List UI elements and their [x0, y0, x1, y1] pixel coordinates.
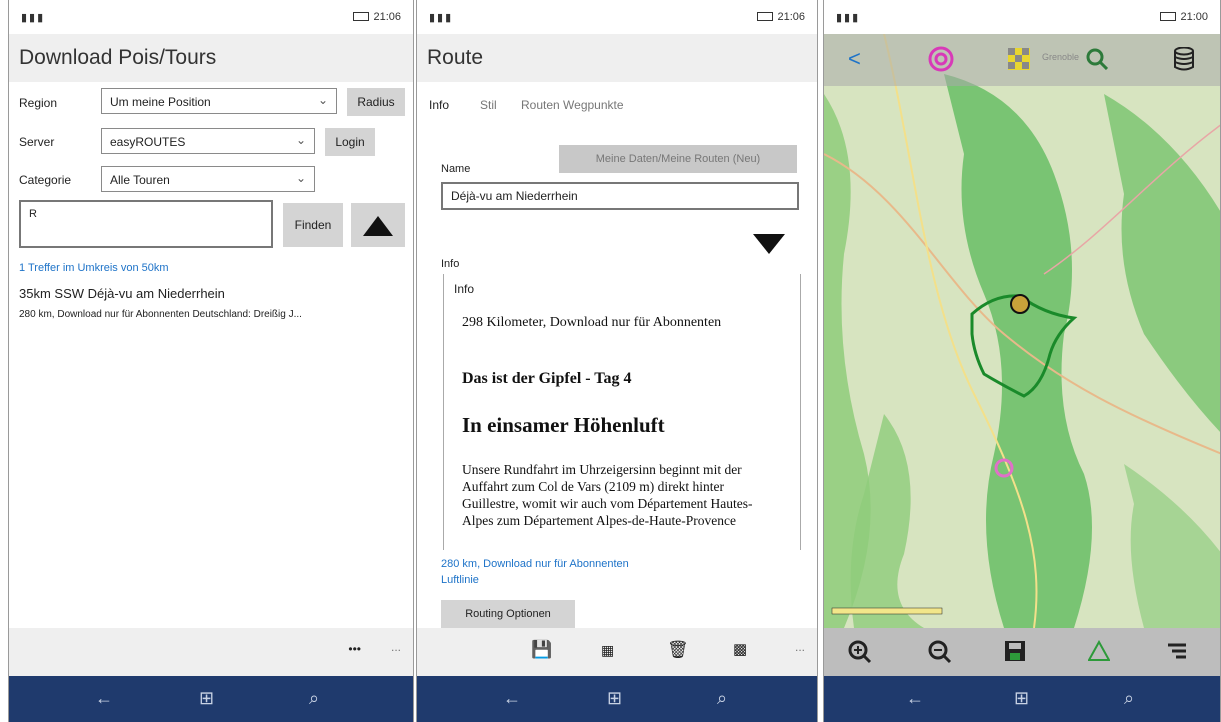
info-summary: 298 Kilometer, Download nur für Abonnent…	[462, 315, 722, 330]
triangle-navigate-icon[interactable]	[1088, 640, 1110, 662]
app-bar: ••• ...	[9, 628, 413, 676]
battery-icon: 21:06	[757, 11, 805, 23]
search-icon[interactable]: ⌕	[309, 688, 319, 709]
target-icon[interactable]	[928, 46, 954, 72]
info-label: Info	[441, 258, 460, 270]
nav-bar: ← ⊞ ⌕	[9, 676, 413, 722]
name-field[interactable]: Déjà-vu am Niederrhein	[441, 182, 799, 210]
checkered-flag-icon[interactable]: ▩	[733, 640, 747, 658]
scale-bar	[831, 607, 943, 615]
results-count: 1 Treffer im Umkreis von 50km	[19, 262, 169, 274]
page-title: Route	[427, 46, 484, 69]
search-icon[interactable]: ⌕	[1124, 688, 1134, 709]
name-label: Name	[441, 163, 471, 175]
region-label: Region	[19, 96, 58, 110]
category-label: Categorie	[19, 173, 72, 187]
battery-icon: 21:00	[1160, 11, 1208, 23]
tab-info[interactable]: Info	[429, 98, 449, 112]
title-bar: Route	[417, 34, 817, 82]
clock: 21:06	[373, 11, 401, 23]
map-canvas	[824, 34, 1220, 628]
region-select[interactable]: Um meine Position ⌄	[101, 88, 337, 114]
chevron-down-icon: ⌄	[295, 171, 306, 185]
phone-screen-route: ▮▮▮ 21:06 Route Info Stil Routen Wegpunk…	[416, 0, 818, 722]
search-icon[interactable]: ⌕	[717, 688, 727, 709]
database-icon[interactable]	[1174, 47, 1194, 71]
chevron-down-icon: ⌄	[317, 93, 328, 107]
tab-stil[interactable]: Stil	[480, 98, 497, 112]
map-toolbar: < Grenoble	[824, 34, 1220, 86]
info-heading-large: In einsamer Höhenluft	[462, 413, 665, 437]
clock: 21:06	[777, 11, 805, 23]
find-button[interactable]: Finden	[283, 203, 343, 247]
status-bar: ▮▮▮ 21:06	[9, 0, 413, 34]
server-select[interactable]: easyROUTES ⌄	[101, 128, 315, 154]
list-icon[interactable]	[1166, 642, 1188, 660]
signal-icon: ▮▮▮	[836, 12, 861, 24]
clock: 21:00	[1180, 11, 1208, 23]
info-webview[interactable]: Info 298 Kilometer, Download nur für Abo…	[443, 274, 801, 550]
zoom-in-icon[interactable]	[848, 640, 872, 664]
my-data-button[interactable]: Meine Daten/Meine Routen (Neu)	[559, 145, 797, 173]
save-icon[interactable]: 💾	[531, 640, 552, 660]
search-icon[interactable]	[1086, 48, 1108, 70]
zoom-out-icon[interactable]	[928, 640, 952, 664]
back-icon[interactable]: ←	[906, 688, 924, 709]
more-button[interactable]: ...	[795, 640, 805, 654]
map-app-bar	[824, 628, 1220, 676]
windows-icon[interactable]: ⊞	[1014, 688, 1029, 709]
login-button[interactable]: Login	[325, 128, 375, 156]
battery-icon: 21:06	[353, 11, 401, 23]
grid-icon[interactable]: ▦	[601, 642, 614, 659]
search-input[interactable]: R	[19, 200, 273, 248]
server-value: easyROUTES	[110, 135, 186, 149]
tab-waypoints[interactable]: Routen Wegpunkte	[521, 98, 624, 112]
route-start-marker[interactable]	[1010, 294, 1030, 314]
nav-bar: ← ⊞ ⌕	[417, 676, 817, 722]
map-view[interactable]	[824, 34, 1220, 628]
category-select[interactable]: Alle Touren ⌄	[101, 166, 315, 192]
info-heading-small: Das ist der Gipfel - Tag 4	[462, 370, 632, 387]
checkered-flag-icon[interactable]	[1008, 48, 1030, 70]
status-bar: ▮▮▮ 21:00	[824, 0, 1220, 34]
server-label: Server	[19, 135, 55, 149]
back-icon[interactable]: ←	[503, 688, 521, 709]
dots-button[interactable]: •••	[348, 642, 361, 656]
triangle-down-icon[interactable]	[751, 232, 787, 256]
trash-icon[interactable]: 🗑	[667, 640, 689, 660]
routing-options-button[interactable]: Routing Optionen	[441, 600, 575, 628]
phone-screen-download: ▮▮▮ 21:06 Download Pois/Tours Region Um …	[8, 0, 414, 722]
map-city-label: Grenoble	[1042, 52, 1080, 62]
phone-screen-map: ▮▮▮ 21:00 < Grenoble ← ⊞ ⌕	[823, 0, 1221, 722]
beeline-link[interactable]: Luftlinie	[441, 574, 479, 586]
save-icon[interactable]	[1004, 640, 1026, 662]
radius-button[interactable]: Radius	[347, 88, 405, 116]
windows-icon[interactable]: ⊞	[607, 688, 622, 709]
back-icon[interactable]: ←	[95, 688, 113, 709]
triangle-up-icon	[363, 216, 393, 236]
windows-icon[interactable]: ⊞	[199, 688, 214, 709]
more-button[interactable]: ...	[391, 640, 401, 654]
info-box-label: Info	[454, 282, 475, 296]
app-bar: 💾 ▦ 🗑 ▩ ...	[417, 628, 817, 676]
page-title: Download Pois/Tours	[19, 46, 217, 69]
info-paragraph: Unsere Rundfahrt im Uhrzeigersinn beginn…	[462, 462, 753, 528]
category-value: Alle Touren	[110, 173, 170, 187]
signal-icon: ▮▮▮	[21, 12, 46, 24]
nav-bar: ← ⊞ ⌕	[824, 676, 1220, 722]
collapse-up-button[interactable]	[351, 203, 405, 247]
title-bar: Download Pois/Tours	[9, 34, 413, 82]
region-value: Um meine Position	[110, 95, 211, 109]
distance-link[interactable]: 280 km, Download nur für Abonnenten	[441, 558, 629, 570]
status-bar: ▮▮▮ 21:06	[417, 0, 817, 34]
back-arrow-icon[interactable]: <	[848, 46, 861, 72]
signal-icon: ▮▮▮	[429, 12, 454, 24]
chevron-down-icon: ⌄	[295, 133, 306, 147]
result-description[interactable]: 280 km, Download nur für Abonnenten Deut…	[19, 309, 302, 320]
result-title[interactable]: 35km SSW Déjà-vu am Niederrhein	[19, 286, 225, 301]
